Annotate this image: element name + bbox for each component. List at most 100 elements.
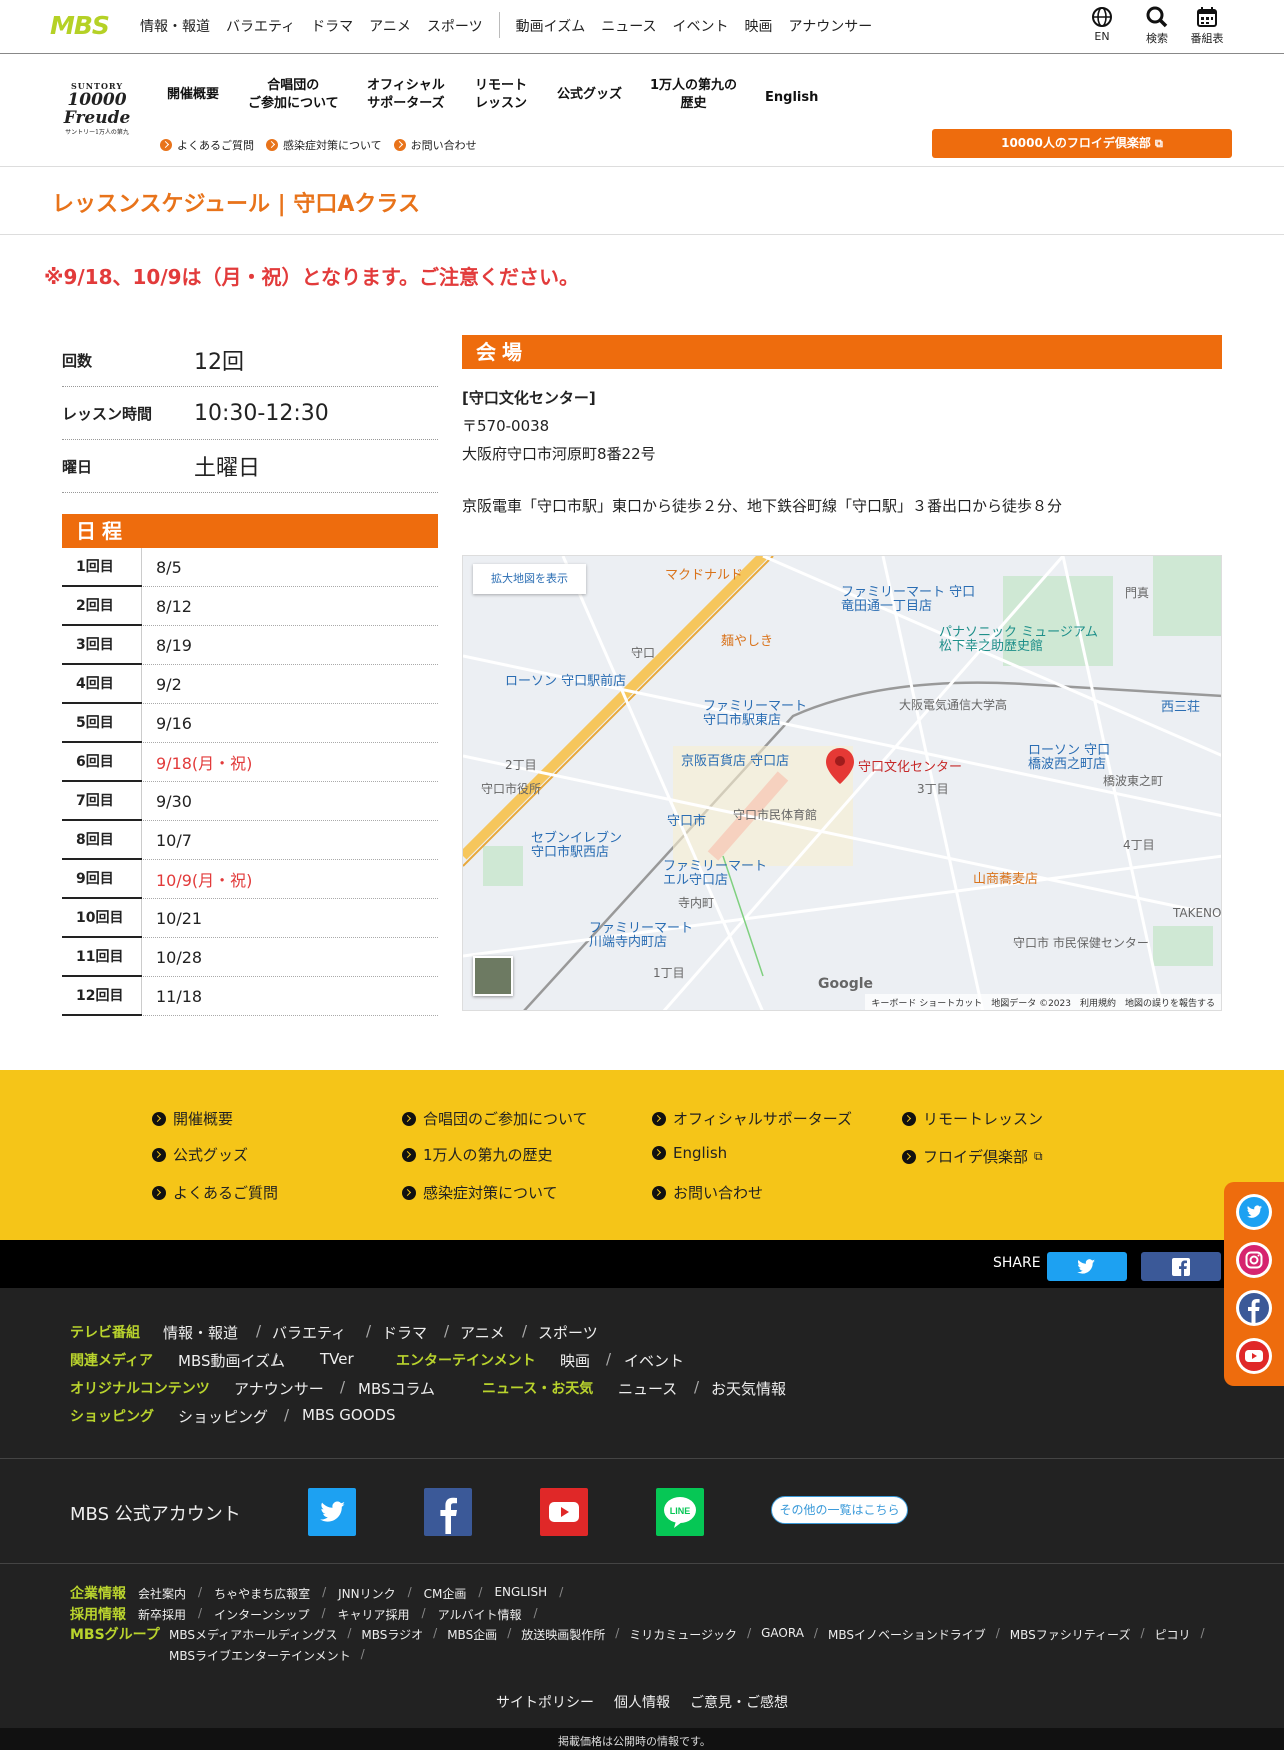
share-twitter-button[interactable]: [1047, 1252, 1127, 1281]
footer-link[interactable]: バラエティ: [272, 1322, 346, 1343]
nav-anime[interactable]: アニメ: [369, 16, 411, 38]
subnav-faq[interactable]: よくあるご質問: [160, 137, 254, 153]
footer-link-history[interactable]: 1万人の第九の歴史: [402, 1144, 553, 1165]
map-label: ローソン 守口駅前店: [505, 674, 627, 689]
site-policy-link[interactable]: サイトポリシー: [496, 1692, 594, 1712]
footer-link-club[interactable]: フロイデ倶楽部 ⧉: [902, 1146, 1043, 1167]
search-button[interactable]: 検索: [1137, 6, 1177, 46]
footer-link[interactable]: 会社案内: [138, 1585, 186, 1602]
share-facebook-button[interactable]: [1141, 1252, 1221, 1281]
footer-link-english[interactable]: English: [652, 1144, 727, 1162]
nav-remote-lesson[interactable]: リモート レッスン: [475, 77, 527, 113]
footer-link[interactable]: アナウンサー: [234, 1378, 324, 1399]
footer-link[interactable]: ミリカミュージック: [629, 1626, 737, 1643]
nav-event[interactable]: イベント: [673, 16, 729, 38]
side-instagram-link[interactable]: [1236, 1242, 1272, 1278]
mbs-youtube-link[interactable]: [540, 1488, 588, 1536]
subnav-contact[interactable]: お問い合わせ: [393, 137, 477, 153]
footer-link[interactable]: スポーツ: [538, 1322, 598, 1343]
copyright-bar: 掲載価格は公開時の情報です。: [0, 1728, 1284, 1750]
nav-news[interactable]: 情報・報道: [140, 16, 210, 38]
footer-link-contact[interactable]: お問い合わせ: [652, 1182, 763, 1203]
footer-link[interactable]: ドラマ: [382, 1322, 427, 1343]
nav-join[interactable]: 合唱団の ご参加について: [248, 77, 339, 113]
footer-link-infection[interactable]: 感染症対策について: [402, 1182, 558, 1203]
footer-link[interactable]: MBSメディアホールディングス: [169, 1626, 337, 1643]
footer-link[interactable]: MBS企画: [447, 1626, 497, 1643]
nav-english[interactable]: English: [765, 89, 818, 107]
chevron-right-icon: [160, 139, 172, 151]
footer-link[interactable]: ENGLISH: [494, 1585, 547, 1602]
footer-link-faq[interactable]: よくあるご質問: [152, 1182, 278, 1203]
nav-variety[interactable]: バラエティ: [226, 16, 295, 38]
nav-supporters[interactable]: オフィシャル サポーターズ: [367, 77, 445, 113]
mbs-logo[interactable]: MBS: [50, 13, 120, 39]
footer-link[interactable]: TVer: [320, 1350, 354, 1368]
footer-link[interactable]: GAORA: [761, 1626, 804, 1643]
nav-movie[interactable]: 映画: [745, 16, 773, 38]
footer-link[interactable]: 映画: [560, 1350, 590, 1371]
nav-history[interactable]: 1万人の第九の 歴史: [650, 77, 737, 113]
nav-overview[interactable]: 開催概要: [167, 86, 219, 104]
footer-link[interactable]: MBSイノベーションドライブ: [828, 1626, 986, 1643]
feedback-link[interactable]: ご意見・ご感想: [690, 1692, 788, 1712]
footer-link[interactable]: MBS動画イズム: [178, 1350, 285, 1371]
footer-link[interactable]: キャリア採用: [338, 1606, 410, 1623]
footer-link[interactable]: MBSラジオ: [361, 1626, 423, 1643]
footer-link[interactable]: アルバイト情報: [438, 1606, 522, 1623]
side-facebook-link[interactable]: [1236, 1290, 1272, 1326]
venue-map[interactable]: 拡大地図を表示 守口文化センター マクドナルド ファミリーマート 守口 竜田通一…: [462, 555, 1222, 1011]
freude-club-button[interactable]: 10000人のフロイデ倶楽部 ⧉: [932, 129, 1232, 158]
nav-announcer[interactable]: アナウンサー: [789, 16, 873, 38]
nav-goods[interactable]: 公式グッズ: [557, 86, 622, 104]
footer-link-join[interactable]: 合唱団のご参加について: [402, 1108, 588, 1129]
footer-link[interactable]: お天気情報: [711, 1378, 786, 1399]
map-label: 大阪電気通信大学高: [899, 698, 1008, 712]
footer-link[interactable]: アニメ: [460, 1322, 505, 1343]
mbs-line-link[interactable]: LINE: [656, 1488, 704, 1536]
footer-link[interactable]: MBSライブエンターテインメント: [169, 1647, 351, 1664]
tv-schedule-button[interactable]: 番組表: [1187, 6, 1227, 46]
youtube-icon: [1239, 1341, 1269, 1371]
notice-text: ※9/18、10/9は（月・祝）となります。ご注意ください。: [44, 265, 579, 289]
footer-link[interactable]: MBSコラム: [358, 1378, 435, 1399]
chevron-right-icon: [652, 1185, 666, 1200]
nav-douga[interactable]: 動画イズム: [516, 16, 586, 38]
map-enlarge-button[interactable]: 拡大地図を表示: [473, 564, 586, 594]
side-youtube-link[interactable]: [1236, 1338, 1272, 1374]
privacy-link[interactable]: 個人情報: [614, 1692, 670, 1712]
satellite-toggle[interactable]: [473, 956, 513, 996]
mbs-twitter-link[interactable]: [308, 1488, 356, 1536]
footer-link[interactable]: 新卒採用: [138, 1606, 186, 1623]
footer-link[interactable]: 放送映画製作所: [521, 1626, 605, 1643]
footer-link-goods[interactable]: 公式グッズ: [152, 1144, 248, 1165]
footer-link[interactable]: 情報・報道: [163, 1322, 238, 1343]
footer-link-overview[interactable]: 開催概要: [152, 1108, 233, 1129]
search-icon: [1146, 6, 1168, 28]
footer-link[interactable]: JNNリンク: [338, 1585, 396, 1602]
footer-link[interactable]: ショッピング: [178, 1406, 268, 1427]
footer-link[interactable]: イベント: [624, 1350, 684, 1371]
footer-link-remote[interactable]: リモートレッスン: [902, 1108, 1043, 1129]
language-button[interactable]: EN: [1082, 6, 1122, 43]
nav-newspage[interactable]: ニュース: [601, 16, 656, 38]
footer-link-supporters[interactable]: オフィシャルサポーターズ: [652, 1108, 852, 1129]
footer-link[interactable]: ちゃやまち広報室: [214, 1585, 310, 1602]
footer-link[interactable]: ピコリ: [1155, 1626, 1191, 1643]
freude-logo[interactable]: SUNTORY 10000 Freude サントリー1万人の第九: [50, 81, 144, 141]
side-twitter-link[interactable]: [1236, 1194, 1272, 1230]
footer-link[interactable]: MBSファシリティーズ: [1010, 1626, 1131, 1643]
nav-sports[interactable]: スポーツ: [427, 16, 483, 38]
mbs-facebook-link[interactable]: [424, 1488, 472, 1536]
footer-link[interactable]: ニュース: [618, 1378, 677, 1399]
map-marker-icon[interactable]: [826, 748, 854, 784]
footer-link[interactable]: CM企画: [424, 1585, 467, 1602]
facebook-icon: [1239, 1293, 1269, 1323]
venue-address: 大阪府守口市河原町8番22号: [462, 445, 656, 463]
schedule-row: 9回目 10/9(月・祝): [62, 859, 438, 899]
other-accounts-button[interactable]: その他の一覧はこちら: [771, 1496, 908, 1524]
footer-link[interactable]: MBS GOODS: [302, 1406, 396, 1424]
subnav-infection[interactable]: 感染症対策について: [266, 137, 382, 153]
footer-link[interactable]: インターンシップ: [214, 1606, 309, 1623]
nav-drama[interactable]: ドラマ: [311, 16, 353, 38]
